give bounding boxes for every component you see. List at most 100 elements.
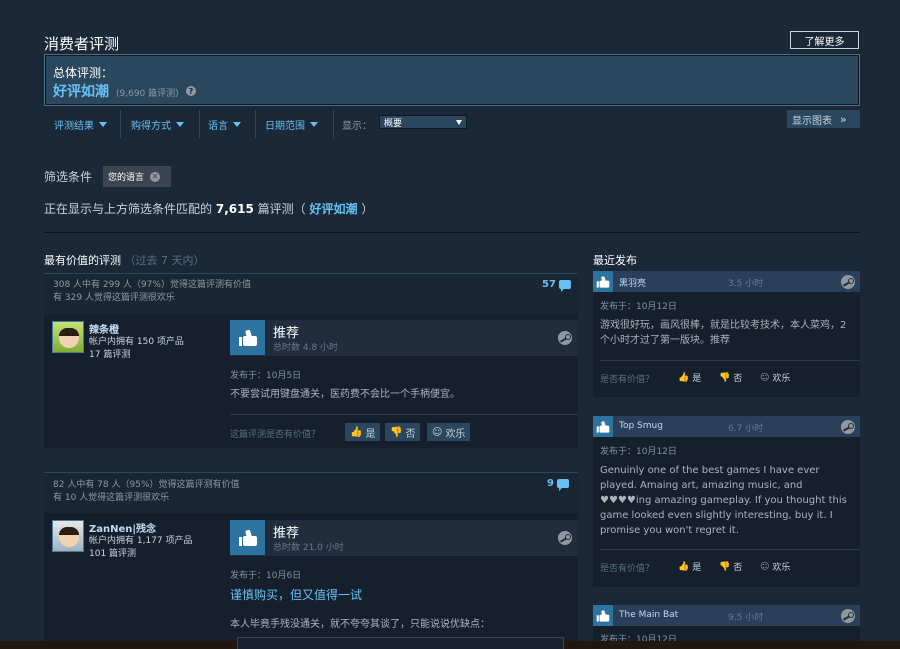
steam-icon [841,275,855,289]
thumbs-up-icon: 👍 [678,372,690,383]
chevron-down-icon [99,121,107,127]
author-products[interactable]: 帐户内拥有 150 项产品 [89,336,184,349]
showing-rating: 好评如潮 [309,202,358,216]
filter-purchase-type-label: 购得方式 [131,120,171,132]
divider [600,549,860,550]
filter-divider [199,110,200,138]
vote-funny-button[interactable]: ☺ 欢乐 [760,560,791,574]
vote-yes-label: 是 [365,428,376,440]
thumbs-up-icon [593,416,613,437]
filter-date-range-label: 日期范围 [265,120,305,132]
smiley-icon: ☺ [760,561,770,572]
vote-yes-label: 是 [692,374,702,384]
chevron-down-icon [176,121,184,127]
helpful-summary: 82 人中有 78 人（95%）觉得这篇评测有价值有 10 人觉得这篇评测很欢乐 [53,479,240,505]
thumbs-down-icon: 👎 [719,372,731,383]
posted-date: 发布于：10月12日 [600,302,677,312]
comment-count-value: 57 [542,279,556,290]
filter-date-range[interactable]: 日期范围 [265,108,318,140]
help-icon[interactable]: ? [186,86,196,96]
divider [230,414,578,415]
author-products[interactable]: 帐户内拥有 1,177 项产品 [89,535,193,548]
avatar[interactable] [52,520,84,552]
divider [600,360,860,361]
comment-count-value: 9 [547,478,554,489]
funny-line: 有 10 人觉得这篇评测很欢乐 [53,493,170,503]
review-text: 本人毕竟手残没通关，就不夸夸其谈了，只能说说优缺点： [230,619,490,630]
filter-language[interactable]: 语言 [208,108,241,140]
helpful-summary: 308 人中有 299 人（97%）觉得这篇评测有价值有 329 人觉得这篇评测… [53,279,251,305]
thumbs-up-icon [593,605,613,626]
posted-date: 发布于：10月6日 [230,571,302,581]
author-name[interactable]: 辣条橙 [89,321,119,336]
filter-review-type[interactable]: 评测结果 [54,108,107,140]
recent-author[interactable]: 黑羽亮 [619,276,646,289]
comment-count[interactable]: 9 [547,478,569,491]
vote-funny-button[interactable]: ☺ 欢乐 [760,371,790,385]
smiley-icon: ☺ [432,426,443,438]
steam-icon [841,420,855,434]
vote-funny-button[interactable]: ☺ 欢乐 [427,423,471,441]
recent-hours: 6.7 小时 [728,424,764,434]
steam-icon [558,331,572,345]
chevron-down-icon [233,121,241,127]
helpful-line: 308 人中有 299 人（97%）觉得这篇评测有价值 [53,280,251,290]
display-select[interactable]: 概要 [379,115,467,129]
vote-no-label: 否 [405,428,416,440]
vote-no-button[interactable]: 👎 否 [385,423,421,441]
summary-rating: 好评如潮 [53,84,109,100]
vote-yes-button[interactable]: 👍 是 [678,560,701,574]
vote-no-label: 否 [733,374,743,384]
filter-chip-language[interactable]: 您的语言 ✕ [103,166,171,187]
recent-hours: 3.5 小时 [728,279,764,289]
filters-label: 筛选条件 [44,170,93,184]
double-chevron-down-icon: » [840,112,847,126]
author-name[interactable]: ZanNen|残念 [89,520,156,535]
showing-prefix: 正在显示与上方筛选条件匹配的 [44,202,213,216]
author-meta: 帐户内拥有 1,177 项产品 101 篇评测 [89,535,193,561]
was-helpful-label: 是否有价值？ [600,375,655,385]
showing-count: 7,615 [215,202,254,216]
divider [44,232,860,233]
filter-divider [120,110,121,138]
close-icon[interactable]: ✕ [150,171,161,182]
recommend-label: 推荐 [273,326,300,341]
avatar[interactable] [52,321,84,353]
learn-more-button[interactable]: 了解更多 [790,31,859,49]
recommend-label: 推荐 [273,526,300,541]
recent-author[interactable]: Top Smug [619,421,663,431]
author-meta: 帐户内拥有 150 项产品 17 篇评测 [89,336,184,362]
vote-funny-label: 欢乐 [772,563,791,573]
filter-divider [255,110,256,138]
hours-played: 总时数 21.0 小时 [273,543,344,553]
thumbs-up-icon [230,520,265,555]
author-reviews[interactable]: 101 篇评测 [89,548,193,561]
filter-divider [333,110,334,138]
vote-yes-button[interactable]: 👍 是 [678,371,702,385]
thumbs-down-icon: 👎 [719,561,731,572]
vote-no-label: 否 [733,563,743,573]
comment-icon [556,479,569,491]
most-helpful-label: 最有价值的评测 [44,254,121,267]
thumbs-up-icon [593,271,613,292]
vote-yes-button[interactable]: 👍 是 [345,423,381,441]
funny-line: 有 329 人觉得这篇评测很欢乐 [53,293,175,303]
recent-author[interactable]: The Main Bat [619,610,678,620]
show-graph-button[interactable]: 显示图表 » [787,110,860,128]
comment-count[interactable]: 57 [542,279,571,292]
recent-hours: 9.5 小时 [728,613,764,623]
chevron-down-icon [456,119,462,125]
avatar-face [59,328,79,348]
showing-mid: 篇评测（ [257,202,306,216]
filter-language-label: 语言 [208,120,228,132]
vote-no-button[interactable]: 👎 否 [719,371,743,385]
vote-no-button[interactable]: 👎 否 [719,560,743,574]
filter-purchase-type[interactable]: 购得方式 [131,108,184,140]
hours-played: 总时数 4.8 小时 [273,343,339,353]
thumbs-up-icon: 👍 [350,426,363,438]
recent-text: Genuinly one of the best games I have ev… [600,465,847,536]
review-title: 谨慎购买，但又值得一试 [230,588,363,602]
was-helpful-label: 这篇评测是否有价值？ [230,430,321,440]
vote-funny-label: 欢乐 [445,428,466,440]
author-reviews[interactable]: 17 篇评测 [89,349,184,362]
